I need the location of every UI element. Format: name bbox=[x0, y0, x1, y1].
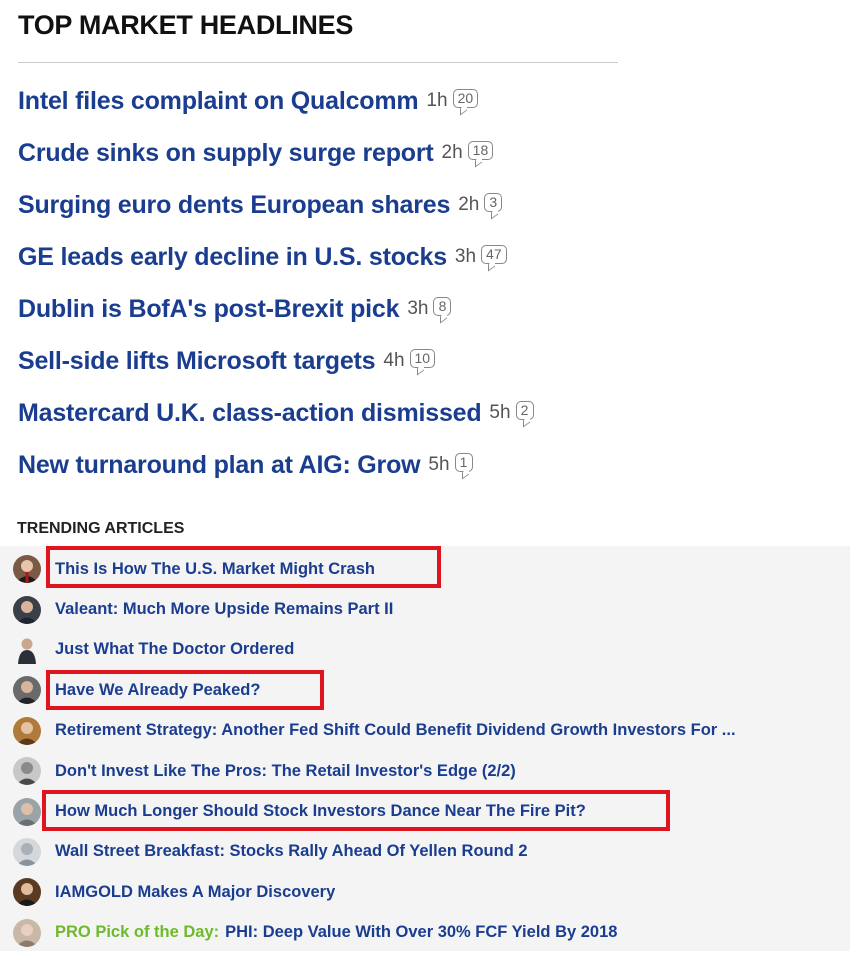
trending-article-link[interactable]: Don't Invest Like The Pros: The Retail I… bbox=[55, 762, 516, 781]
author-avatar[interactable] bbox=[13, 676, 41, 705]
headline-link[interactable]: Crude sinks on supply surge report bbox=[18, 139, 434, 168]
headline-link[interactable]: New turnaround plan at AIG: Grow bbox=[18, 451, 421, 480]
trending-article-link[interactable]: This Is How The U.S. Market Might Crash bbox=[55, 560, 375, 579]
headline-item: GE leads early decline in U.S. stocks 3h… bbox=[18, 231, 534, 283]
author-avatar[interactable] bbox=[13, 878, 41, 907]
trending-article-link[interactable]: IAMGOLD Makes A Major Discovery bbox=[55, 883, 335, 902]
headline-link[interactable]: Intel files complaint on Qualcomm bbox=[18, 87, 419, 116]
comment-count-icon[interactable]: 10 bbox=[409, 348, 436, 368]
trending-article-item: This Is How The U.S. Market Might Crash bbox=[0, 549, 850, 589]
headline-link[interactable]: Mastercard U.K. class-action dismissed bbox=[18, 399, 482, 428]
headline-link[interactable]: GE leads early decline in U.S. stocks bbox=[18, 243, 447, 272]
headline-link[interactable]: Dublin is BofA's post-Brexit pick bbox=[18, 295, 400, 324]
author-avatar[interactable] bbox=[13, 918, 41, 947]
headline-age: 2h bbox=[458, 194, 480, 215]
trending-article-link[interactable]: Valeant: Much More Upside Remains Part I… bbox=[55, 600, 393, 619]
pro-pick-label: PRO Pick of the Day: bbox=[55, 923, 220, 942]
trending-article-link[interactable]: Retirement Strategy: Another Fed Shift C… bbox=[55, 721, 736, 740]
comment-count-icon[interactable]: 18 bbox=[467, 140, 494, 160]
author-avatar[interactable] bbox=[13, 595, 41, 624]
headline-item: New turnaround plan at AIG: Grow 5h 1 bbox=[18, 439, 534, 491]
trending-article-item: PRO Pick of the Day: PHI: Deep Value Wit… bbox=[0, 913, 850, 953]
trending-article-item: Have We Already Peaked? bbox=[0, 670, 850, 710]
trending-article-link[interactable]: Wall Street Breakfast: Stocks Rally Ahea… bbox=[55, 842, 528, 861]
author-avatar[interactable] bbox=[13, 797, 41, 826]
headline-item: Dublin is BofA's post-Brexit pick 3h 8 bbox=[18, 283, 534, 335]
headline-link[interactable]: Sell-side lifts Microsoft targets bbox=[18, 347, 376, 376]
headline-age: 3h bbox=[407, 298, 429, 319]
top-headlines-title: TOP MARKET HEADLINES bbox=[18, 10, 354, 40]
headline-age: 5h bbox=[428, 454, 450, 475]
author-avatar[interactable] bbox=[13, 716, 41, 745]
headline-item: Sell-side lifts Microsoft targets 4h 10 bbox=[18, 335, 534, 387]
comment-count-icon[interactable]: 8 bbox=[433, 296, 452, 316]
trending-article-link[interactable]: Just What The Doctor Ordered bbox=[55, 640, 294, 659]
trending-article-link[interactable]: PHI: Deep Value With Over 30% FCF Yield … bbox=[225, 923, 617, 942]
trending-article-item: Retirement Strategy: Another Fed Shift C… bbox=[0, 711, 850, 751]
headlines-list: Intel files complaint on Qualcomm 1h 20 … bbox=[18, 75, 534, 491]
comment-count-icon[interactable]: 20 bbox=[452, 88, 479, 108]
trending-article-item: Valeant: Much More Upside Remains Part I… bbox=[0, 589, 850, 629]
headline-item: Surging euro dents European shares 2h 3 bbox=[18, 179, 534, 231]
author-avatar[interactable] bbox=[13, 555, 41, 584]
author-avatar[interactable] bbox=[13, 837, 41, 866]
comment-count-icon[interactable]: 3 bbox=[484, 192, 503, 212]
headline-age: 1h bbox=[426, 90, 448, 111]
trending-article-item: Don't Invest Like The Pros: The Retail I… bbox=[0, 751, 850, 791]
trending-article-item: IAMGOLD Makes A Major Discovery bbox=[0, 872, 850, 912]
headline-age: 5h bbox=[489, 402, 511, 423]
headline-age: 2h bbox=[441, 142, 463, 163]
trending-article-link[interactable]: Have We Already Peaked? bbox=[55, 681, 260, 700]
headline-item: Crude sinks on supply surge report 2h 18 bbox=[18, 127, 534, 179]
author-avatar[interactable] bbox=[13, 757, 41, 786]
trending-articles-title: TRENDING ARTICLES bbox=[17, 520, 185, 537]
headline-age: 4h bbox=[383, 350, 405, 371]
headline-age: 3h bbox=[454, 246, 477, 267]
author-avatar[interactable] bbox=[13, 636, 41, 664]
trending-article-item: Just What The Doctor Ordered bbox=[0, 630, 850, 670]
trending-article-item: Wall Street Breakfast: Stocks Rally Ahea… bbox=[0, 832, 850, 872]
comment-count-icon[interactable]: 47 bbox=[481, 244, 507, 264]
comment-count-icon[interactable]: 1 bbox=[454, 452, 473, 472]
title-divider bbox=[18, 62, 618, 63]
headline-link[interactable]: Surging euro dents European shares bbox=[18, 191, 450, 220]
headline-item: Mastercard U.K. class-action dismissed 5… bbox=[18, 387, 534, 439]
comment-count-icon[interactable]: 2 bbox=[515, 400, 534, 420]
trending-articles-list: This Is How The U.S. Market Might Crash … bbox=[0, 549, 850, 953]
trending-article-link[interactable]: How Much Longer Should Stock Investors D… bbox=[55, 802, 586, 821]
headline-item: Intel files complaint on Qualcomm 1h 20 bbox=[18, 75, 534, 127]
trending-article-item: How Much Longer Should Stock Investors D… bbox=[0, 791, 850, 831]
